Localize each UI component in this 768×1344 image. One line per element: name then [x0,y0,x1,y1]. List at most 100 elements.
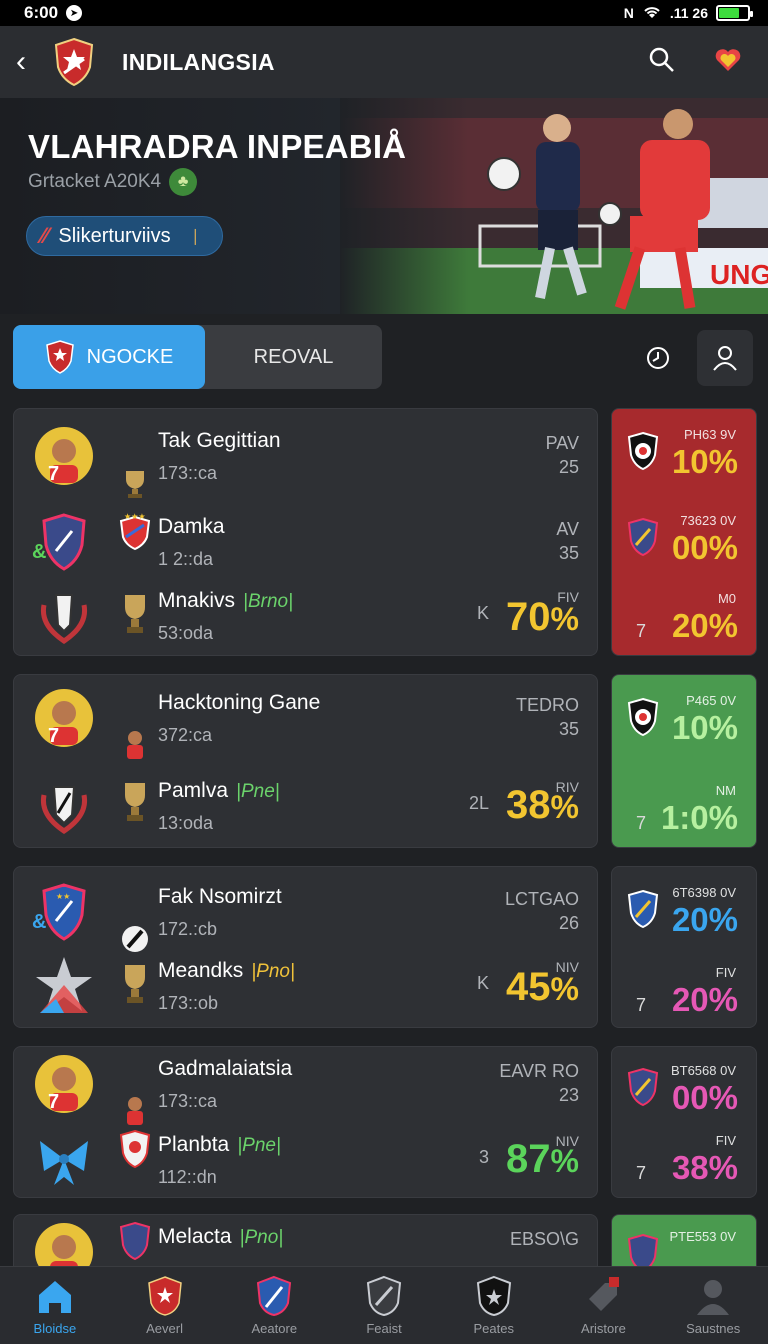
segmented-tabs: NGOCKE REOVAL [13,325,382,389]
player-avatar-icon [35,1055,93,1113]
win-percentage-value: 87 [506,1137,551,1181]
odds-panel-1[interactable]: PH63 9V 10% 73623 0V 00% 7 M0 20% [611,408,757,656]
odds-panel-2[interactable]: P465 0V 10% 7 NM 1:0% [611,674,757,848]
odds-number: 7 [636,995,647,1015]
odds-percentage: 1:0% [660,799,738,836]
black-crest-icon [627,431,659,471]
player-mini-icon [127,1097,143,1125]
nav-item-peates[interactable]: Peates [439,1267,549,1344]
back-arrow-icon[interactable]: ‹ [16,45,40,79]
odds-block: 7 NM 1:0% [612,779,756,839]
tab-ngocke[interactable]: NGOCKE [13,325,205,389]
stat-code-value: 25 [558,457,579,477]
jersey-number: 7 [48,725,60,747]
player-name: Gadmalaiatsia [158,1057,293,1080]
trophy-icon [125,595,145,633]
player-meta: 13:oda [158,813,214,833]
tab-reoval[interactable]: REOVAL [205,325,382,389]
nav-item-aeatore[interactable]: Aeatore [219,1267,329,1344]
search-icon[interactable] [648,46,676,79]
hero-pill-button[interactable]: ⁄⁄ Slikerturviivs ❘ [26,216,224,256]
win-percentage: 38% [506,783,579,827]
odds-value: 00 [671,529,709,566]
hero-subtitle-text: Grtacket A20K4 [28,171,162,192]
nav-label: Aristore [581,1321,626,1336]
nav-item-feaist[interactable]: Feaist [329,1267,439,1344]
match-card-1[interactable]: 7 Tak Gegittian 173::ca PAV 25 & ★★★ Damk… [13,408,598,656]
odds-panel-4[interactable]: BT6568 0V 00% 7 FIV 38% [611,1046,757,1198]
player-meta: 173::ca [158,1091,218,1111]
odds-code: M0 [717,591,736,606]
stat-code: LCTGAO 26 [505,887,579,935]
club-shield-icon [627,517,659,557]
profile-button[interactable] [697,330,753,386]
bottom-navigation: Bloidse Aeverl Aeatore Feaist Peates Ari… [0,1266,768,1344]
emblem-icon [476,1275,511,1317]
odds-value: 20 [671,981,709,1018]
signal-text: .11 26 [669,5,708,21]
laurel-crest-icon [40,786,88,835]
stat-prefix: 3 [478,1147,489,1167]
card-row: Mnakivs |Brno| 53:oda FIV K 70% [14,585,597,665]
red-crest-icon [119,1129,151,1169]
club-shield-icon [119,1221,151,1261]
timer-button[interactable] [630,330,686,386]
card-row: Meandks |Pno| 173::ob NIV K 45% [14,955,597,1035]
nav-label: Feaist [366,1321,402,1336]
card-row: ★★ & Fak Nsomirzt 172.:cb LCTGAO 26 [14,881,597,961]
match-card-3[interactable]: ★★ & Fak Nsomirzt 172.:cb LCTGAO 26 Meand… [13,866,598,1028]
trophy-icon [125,965,145,1003]
odds-number: 7 [636,813,647,833]
feather-icon: ❘ [188,228,203,245]
stat-code-value: 35 [558,543,579,563]
player-meta: 112::dn [158,1167,217,1187]
stat-code-label: PAV [545,433,579,453]
odds-code: PH63 9V [683,427,736,442]
odds-value: 20 [671,607,709,644]
tab-reoval-label: REOVAL [253,345,334,368]
player-name-line: Meandks |Pno| [158,959,295,983]
hero-banner: UNG VLAHRADRA INPEABIÅ Grtacket A20K4 ♣ … [0,98,768,314]
odds-value: 00 [671,1079,709,1116]
battery-icon [716,5,753,21]
nav-label: Peates [473,1321,514,1336]
win-percentage: 45% [506,965,579,1009]
nav-item-saustnes[interactable]: Saustnes [658,1267,768,1344]
network-indicator: N [623,5,634,21]
star-emblem-icon [36,957,92,1013]
club-shield-icon [627,889,659,929]
odds-percentage: 20% [671,607,738,644]
player-meta: 173::ob [158,993,219,1013]
nav-item-aristore[interactable]: Aristore [549,1267,659,1344]
odds-code: FIV [715,1133,736,1148]
stat-code: TEDRO 35 [516,693,579,741]
stat-code: AV 35 [556,517,579,565]
player-name: Tak Gegittian [158,429,281,452]
match-card-2[interactable]: 7 Hacktoning Gane 372:ca TEDRO 35 Pamlva |… [13,674,598,848]
player-meta: 173::ca [158,463,218,483]
nav-item-aeverl[interactable]: Aeverl [110,1267,220,1344]
odds-block: 6T6398 0V 20% [612,881,756,941]
home-icon [38,1281,71,1313]
stat-code-value: 35 [558,719,579,739]
odds-value: 10 [671,709,709,746]
bow-emblem-icon [40,1141,88,1185]
match-card-4[interactable]: 7 Gadmalaiatsia 173::ca EAVR RO 23 Planbt… [13,1046,598,1198]
favorite-heart-icon[interactable] [714,47,742,78]
odds-code: 73623 0V [680,513,736,528]
odds-panel-3[interactable]: 6T6398 0V 20% 7 FIV 20% [611,866,757,1028]
stat-code-label: EBSO\G [509,1229,579,1249]
odds-percentage: 00% [671,1079,738,1116]
position-tag: |Pne| [236,781,280,802]
position-tag: |Pne| [237,1135,281,1156]
odds-code: P465 0V [686,693,736,708]
odds-percentage: 00% [671,529,738,566]
nav-item-bloidse[interactable]: Bloidse [0,1267,110,1344]
stat-code-label: EAVR RO [499,1061,579,1081]
stat-code-value: 26 [558,913,579,933]
player-name: Fak Nsomirzt [158,885,282,908]
jersey-number: 7 [48,1091,60,1113]
badge-icon [366,1275,402,1317]
status-time: 6:00 [24,3,59,22]
stat-code: EAVR RO 23 [499,1059,579,1107]
